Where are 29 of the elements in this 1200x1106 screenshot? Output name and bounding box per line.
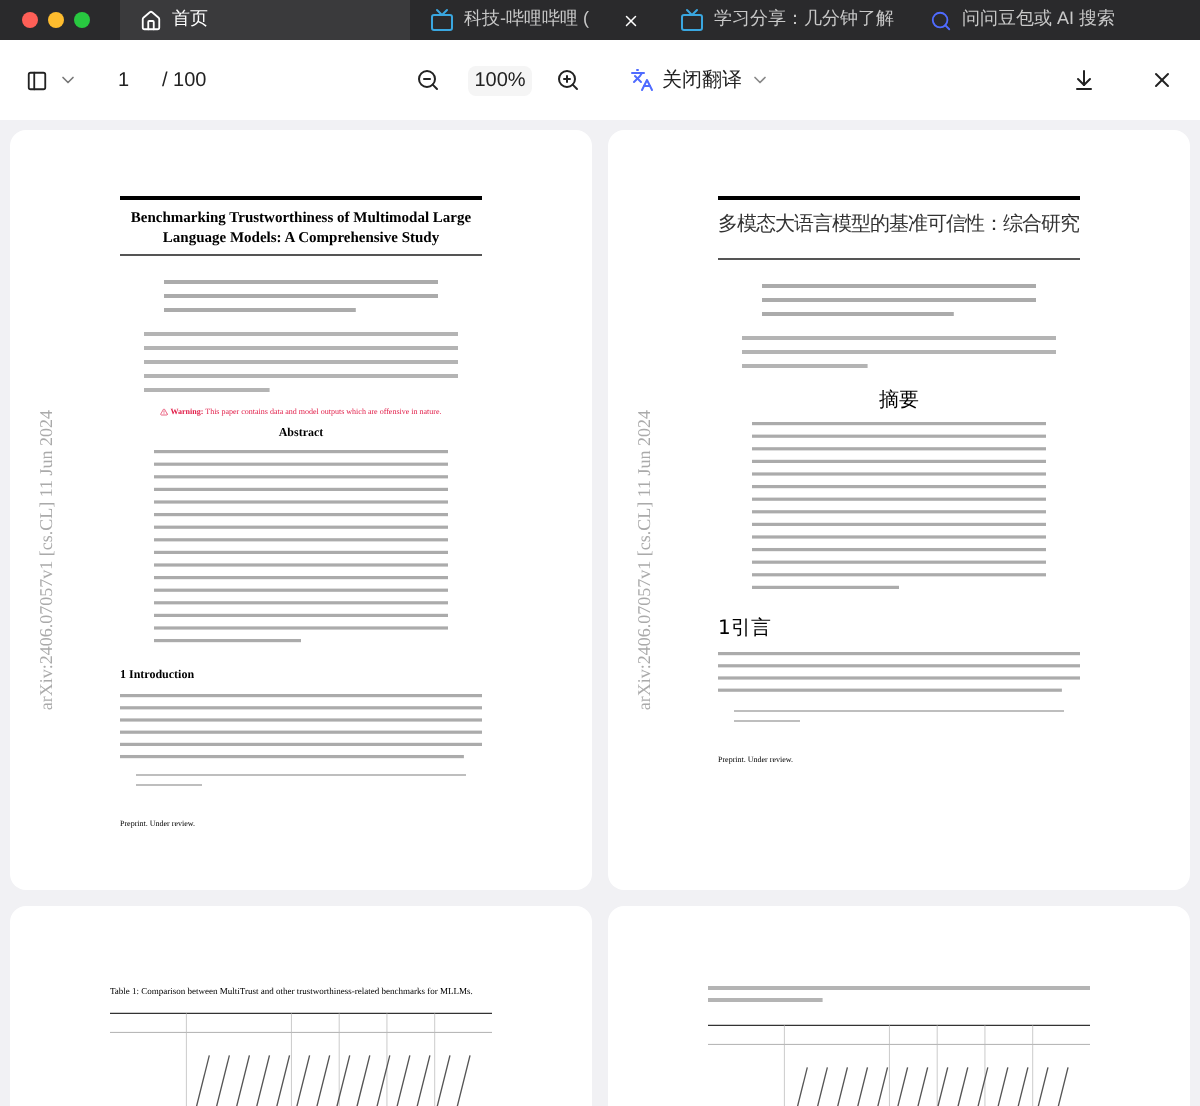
tab-title: 首页	[172, 6, 208, 33]
warning-icon	[160, 408, 169, 417]
section-heading: 1引言	[718, 615, 773, 645]
tab-title: 问问豆包或 AI 搜索	[962, 6, 1116, 33]
download-icon[interactable]	[1072, 68, 1096, 92]
translate-toggle-button[interactable]: 关闭翻译	[629, 65, 770, 95]
minimize-window-button[interactable]	[48, 12, 64, 28]
page-number-field[interactable]: 1	[114, 65, 158, 95]
tab-title: 科技-哔哩哔哩 (	[464, 6, 589, 33]
zoom-window-button[interactable]	[74, 12, 90, 28]
home-icon	[140, 9, 162, 31]
tv-icon	[430, 8, 454, 32]
close-window-button[interactable]	[22, 12, 38, 28]
zoom-out-icon[interactable]	[416, 68, 441, 92]
search-icon	[930, 9, 952, 31]
tab-title: 学习分享：几分钟了解	[714, 6, 894, 33]
close-icon[interactable]	[622, 11, 640, 29]
section-heading: 摘要	[877, 387, 921, 416]
arxiv-identifier-label: arXiv:2406.07057v1 [cs.CL] 11 Jun 2024	[34, 410, 58, 711]
close-icon[interactable]	[1150, 68, 1174, 92]
page-total: / 100	[162, 67, 207, 95]
translate-icon	[629, 68, 654, 92]
arxiv-identifier-label: arXiv:2406.07057v1 [cs.CL] 11 Jun 2024	[632, 410, 656, 711]
zoom-level: 100%	[468, 65, 532, 95]
paper-title: 多模态大语言模型的基准可信性：综合研究	[718, 212, 1079, 238]
zoom-in-icon[interactable]	[555, 68, 580, 92]
browser-tab[interactable]: 首页	[120, 0, 410, 40]
sidebar-toggle-icon[interactable]	[26, 69, 48, 91]
tv-icon	[680, 8, 704, 32]
